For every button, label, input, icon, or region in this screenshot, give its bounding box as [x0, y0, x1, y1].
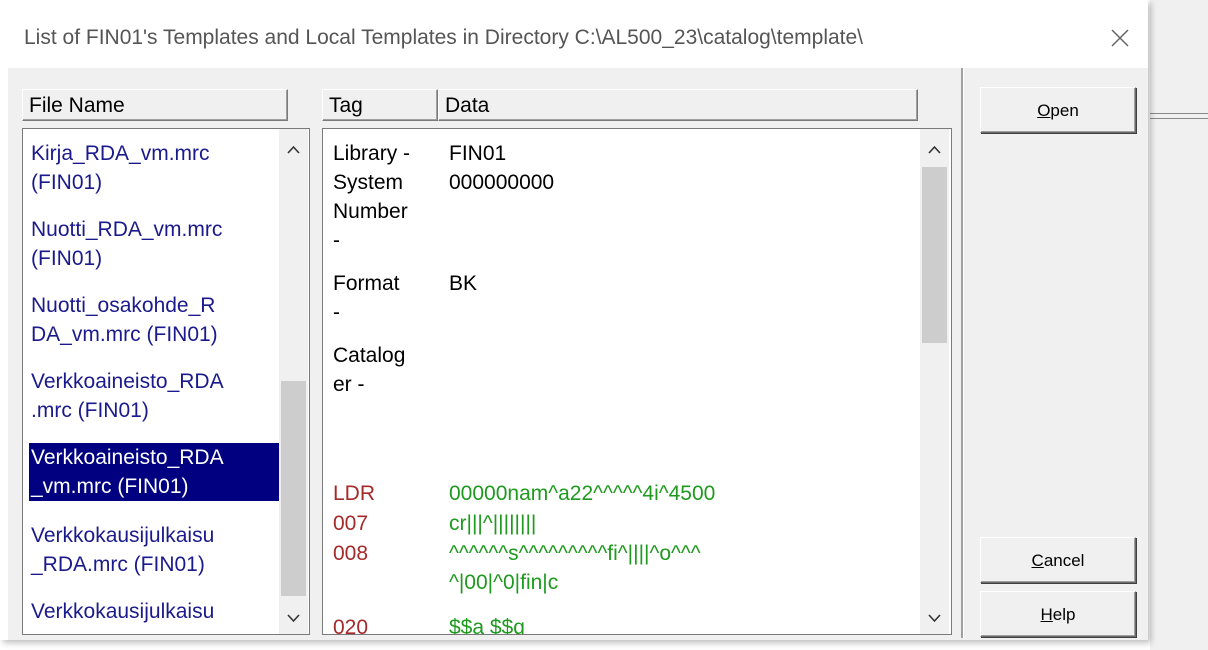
file-list-scrollbar[interactable] [279, 129, 308, 634]
tag-column-header[interactable]: Tag [322, 89, 438, 121]
file-list[interactable]: Kirja_RDA_vm.mrc (FIN01) Nuotti_RDA_vm.m… [22, 128, 310, 635]
file-name-column-header[interactable]: File Name [22, 89, 288, 121]
scroll-thumb[interactable] [281, 381, 306, 596]
list-item-selected[interactable]: Verkkoaineisto_RDA _vm.mrc (FIN01) [29, 443, 301, 501]
field-tag: LDR [333, 482, 376, 505]
meta-value-library: FIN01 [449, 142, 507, 165]
chevron-up-icon[interactable] [279, 139, 308, 161]
chevron-up-icon[interactable] [920, 139, 949, 161]
meta-tag-cataloger: Catalog er - [333, 344, 406, 396]
field-tag: 008 [333, 542, 369, 565]
button-panel-separator [961, 68, 964, 638]
detail-list-scrollbar[interactable] [920, 129, 949, 634]
meta-value-system-number: 000000000 [449, 171, 555, 194]
help-button[interactable]: Help [980, 591, 1136, 637]
background-window [1150, 0, 1208, 650]
list-item[interactable]: Verkkokausijulkaisu _RDA.mrc (FIN01) [31, 521, 291, 579]
chevron-down-icon[interactable] [920, 607, 949, 629]
meta-tag-format: Format - [333, 272, 400, 324]
title-bar: List of FIN01's Templates and Local Temp… [0, 0, 1148, 66]
close-icon[interactable] [1100, 18, 1140, 58]
field-data: 00000nam^a22^^^^^4i^4500 [449, 482, 716, 505]
field-tag: 007 [333, 512, 369, 535]
dialog-title: List of FIN01's Templates and Local Temp… [24, 26, 864, 49]
cancel-button[interactable]: Cancel [980, 537, 1136, 583]
background-divider [1150, 118, 1208, 119]
field-data: $$a $$q [449, 616, 525, 635]
background-divider [1150, 113, 1208, 114]
list-item[interactable]: Verkkokausijulkaisu [31, 597, 291, 626]
chevron-down-icon[interactable] [279, 607, 308, 629]
meta-value-format: BK [449, 272, 478, 295]
scroll-thumb[interactable] [922, 167, 947, 343]
list-item[interactable]: Kirja_RDA_vm.mrc (FIN01) [31, 139, 291, 197]
list-item[interactable]: Verkkoaineisto_RDA .mrc (FIN01) [31, 367, 291, 425]
field-data: cr|||^|||||||| [449, 512, 537, 535]
list-item[interactable]: Nuotti_RDA_vm.mrc (FIN01) [31, 215, 291, 273]
open-button[interactable]: Open [980, 87, 1136, 133]
meta-tag-library: Library - [333, 142, 411, 165]
data-column-header[interactable]: Data [438, 89, 918, 121]
field-data: ^^^^^^s^^^^^^^^^fi^||||^o^^^ ^|00|^0|fin… [449, 542, 701, 594]
field-tag: 020 [333, 616, 369, 635]
template-detail-list[interactable]: Library - FIN01 System Number - 00000000… [322, 128, 952, 635]
meta-tag-system-number: System Number - [333, 171, 408, 252]
list-item[interactable]: Nuotti_osakohde_R DA_vm.mrc (FIN01) [31, 291, 291, 349]
